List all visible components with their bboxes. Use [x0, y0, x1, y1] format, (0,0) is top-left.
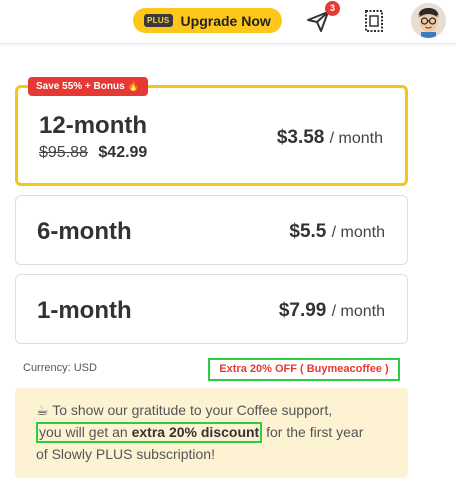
stamp-collection-icon[interactable]: [362, 8, 386, 34]
currency-label: Currency: USD: [23, 362, 97, 374]
per-month-label: / month: [329, 130, 383, 147]
monthly-price: $5.5 / month: [289, 221, 385, 243]
avatar-face-icon: [411, 3, 446, 38]
monthly-price: $3.58 / month: [277, 127, 383, 149]
notice-text-2b: for the first year: [262, 424, 364, 440]
coffee-support-notice: ☕ To show our gratitude to your Coffee s…: [15, 388, 408, 478]
coffee-icon: ☕: [36, 402, 49, 418]
save-badge: Save 55% + Bonus 🔥: [28, 77, 148, 96]
monthly-amount: $7.99: [278, 300, 327, 321]
promo-code-label: Extra 20% OFF ( Buymeacoffee ): [208, 358, 400, 381]
plan-name: 1-month: [37, 297, 132, 324]
plan-name: 12-month: [39, 112, 147, 139]
upgrade-label: Upgrade Now: [180, 12, 271, 29]
notice-text-2: you will get an: [39, 424, 132, 440]
notice-line-3: of Slowly PLUS subscription!: [36, 446, 215, 462]
per-month-label: / month: [331, 224, 385, 241]
top-bar: PLUS Upgrade Now 3: [0, 0, 456, 44]
original-price: $95.88: [39, 144, 88, 161]
monthly-price: $7.99 / month: [279, 300, 385, 322]
monthly-amount: $3.58: [276, 127, 325, 148]
plan-12-month[interactable]: 12-month $95.88 $42.99 $3.58 / month: [15, 85, 408, 186]
notice-line-1: ☕ To show our gratitude to your Coffee s…: [36, 399, 408, 421]
upgrade-now-button[interactable]: PLUS Upgrade Now: [133, 8, 282, 33]
notice-text-1: To show our gratitude to your Coffee sup…: [52, 402, 333, 418]
notification-badge: 3: [325, 1, 340, 16]
notice-line-2: you will get an extra 20% discount for t…: [36, 421, 408, 443]
plan-total-price: $95.88 $42.99: [39, 144, 147, 162]
per-month-label: / month: [331, 303, 385, 320]
monthly-amount: $5.5: [289, 221, 327, 242]
discount-emphasis: extra 20% discount: [131, 424, 260, 440]
avatar[interactable]: [411, 3, 446, 38]
discount-highlight: you will get an extra 20% discount: [36, 422, 263, 443]
plus-badge: PLUS: [144, 14, 173, 27]
plan-name: 6-month: [37, 218, 132, 245]
plan-6-month[interactable]: 6-month $5.5 / month: [15, 195, 408, 265]
discounted-price: $42.99: [98, 144, 148, 161]
plan-1-month[interactable]: 1-month $7.99 / month: [15, 274, 408, 344]
